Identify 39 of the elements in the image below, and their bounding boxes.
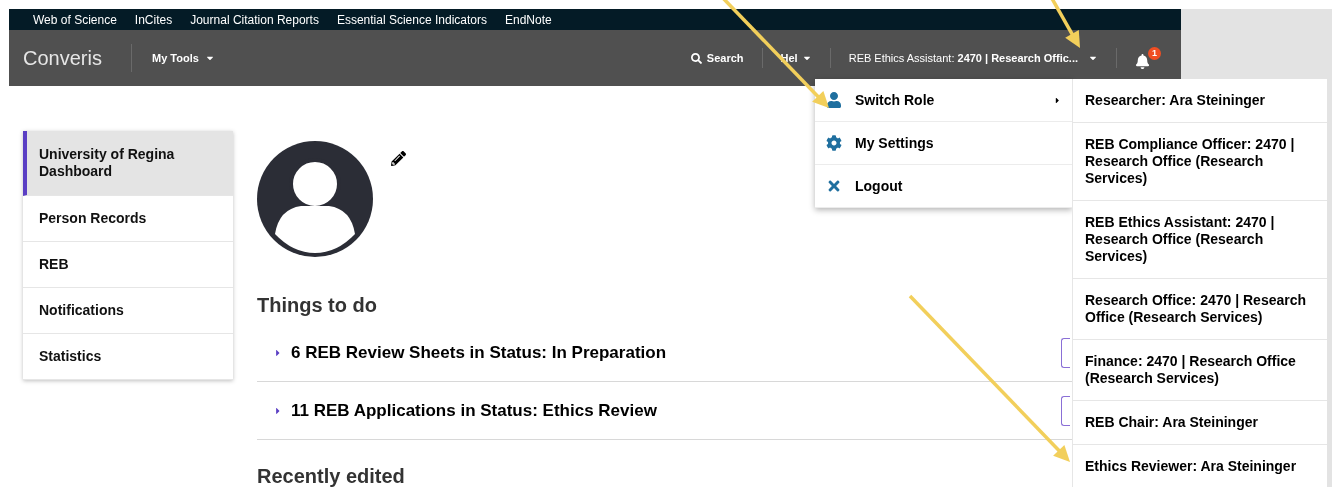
- caret-icon: [1053, 95, 1062, 105]
- settings-icon: [826, 135, 842, 151]
- todo-row[interactable]: 11 REB Applications in Status: Ethics Review: [257, 397, 657, 424]
- my-tools-menu[interactable]: My Tools: [152, 49, 215, 67]
- todo-row[interactable]: 6 REB Review Sheets in Status: In Preparation: [257, 339, 667, 366]
- top-link[interactable]: Essential Science Indicators: [336, 10, 487, 29]
- row-action-button[interactable]: [1061, 337, 1070, 368]
- top-link[interactable]: InCites: [134, 10, 173, 29]
- top-link[interactable]: Journal Citation Reports: [190, 10, 319, 29]
- avatar-icon: [257, 141, 373, 257]
- section-heading: Things to do: [257, 293, 377, 318]
- sidebar-item[interactable]: Statistics: [23, 334, 233, 380]
- notification-badge: 1: [1148, 47, 1161, 60]
- role-option[interactable]: Research Office: 2470 | Research Office (Research Services): [1073, 279, 1327, 340]
- role-option[interactable]: REB Chair: Ara Steininger: [1073, 401, 1327, 445]
- row-action-button[interactable]: [1061, 395, 1070, 426]
- role-option[interactable]: Finance: 2470 | Research Office (Research Services): [1073, 340, 1327, 401]
- app-logo: Converis: [23, 46, 103, 71]
- annotation-arrow: [1048, 0, 1080, 48]
- sidebar-item[interactable]: Notifications: [23, 288, 233, 334]
- section-heading: Recently edited: [257, 464, 405, 487]
- notifications-button[interactable]: 1: [1135, 47, 1161, 69]
- role-option[interactable]: REB Ethics Assistant: 2470 | Research Office (Research Services): [1073, 201, 1327, 279]
- search-icon: [690, 52, 702, 64]
- role-option[interactable]: REB Compliance Officer: 2470 | Research Office (Research Services): [1073, 123, 1327, 201]
- top-link[interactable]: Web of Science: [33, 10, 117, 29]
- menu-item[interactable]: My Settings: [815, 122, 1072, 165]
- edit-icon[interactable]: [391, 151, 406, 166]
- person-icon: [826, 92, 842, 108]
- sidebar-item[interactable]: University of Regina Dashboard: [23, 131, 233, 196]
- close-icon: [826, 178, 842, 194]
- sidebar-item[interactable]: REB: [23, 242, 233, 288]
- top-link[interactable]: EndNote: [505, 10, 552, 29]
- role-option[interactable]: Ethics Reviewer: Ara Steininger: [1073, 445, 1327, 487]
- search-button[interactable]: Search: [690, 49, 744, 67]
- role-option[interactable]: Researcher: Ara Steininger: [1073, 79, 1327, 123]
- role-menu[interactable]: REB Ethics Assistant: 2470 | Research Offic...: [848, 49, 1098, 67]
- bell-icon: [1135, 54, 1150, 69]
- sidebar-item[interactable]: Person Records: [23, 196, 233, 242]
